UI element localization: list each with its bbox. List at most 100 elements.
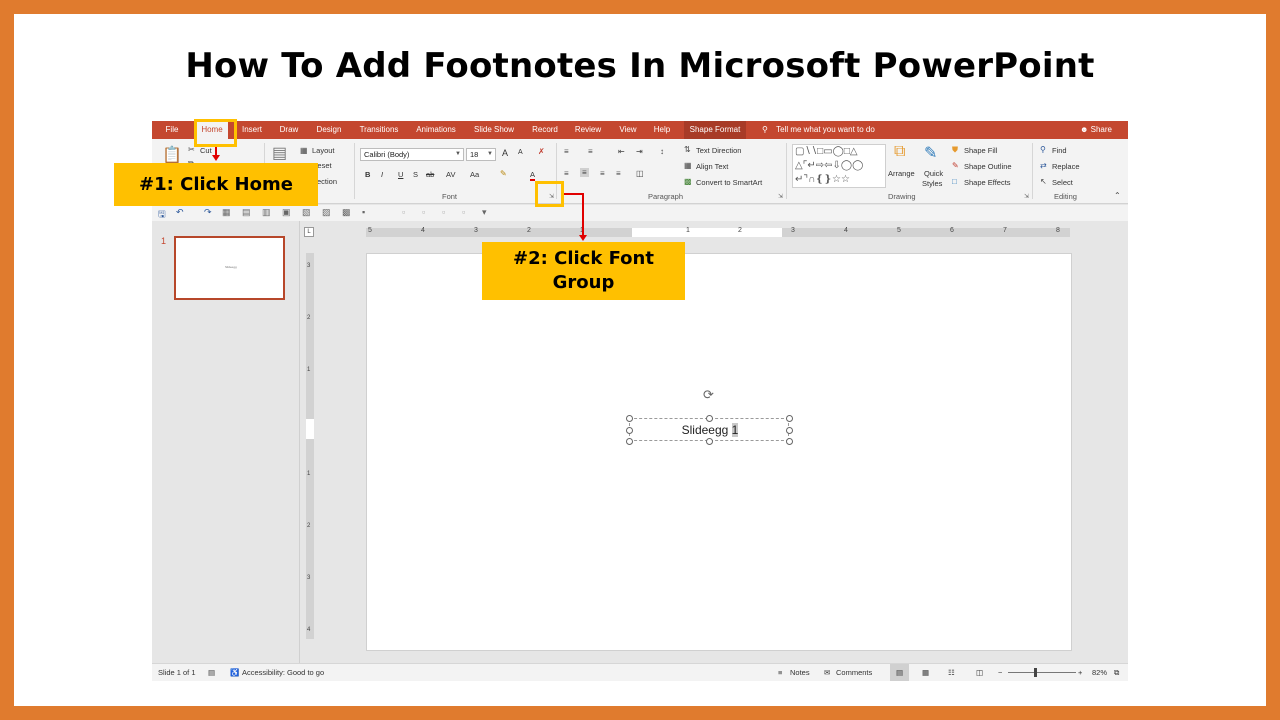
toolbar-icon[interactable]: ▫ — [402, 207, 405, 217]
grow-font-button[interactable]: A — [502, 148, 508, 158]
slide-thumbnail[interactable]: Slideegg — [174, 236, 285, 300]
accessibility-status[interactable]: Accessibility: Good to go — [242, 664, 324, 681]
character-spacing-button[interactable]: AV — [446, 170, 455, 179]
text-direction-button[interactable]: Text Direction — [696, 146, 741, 155]
paste-icon[interactable]: 📋 — [162, 145, 182, 165]
cut-button[interactable]: Cut — [200, 146, 212, 155]
toolbar-icon[interactable]: ▫ — [442, 207, 445, 217]
arrange-button[interactable]: Arrange — [888, 169, 915, 178]
start-slideshow-icon[interactable]: ▦ — [222, 207, 231, 218]
tab-insert[interactable]: Insert — [238, 121, 266, 139]
notes-pane-icon[interactable]: ▤ — [208, 664, 215, 681]
tab-slide-show[interactable]: Slide Show — [470, 121, 518, 139]
toolbar-icon[interactable]: ▧ — [302, 207, 311, 218]
drawing-dialog-launcher-icon[interactable]: ⇲ — [1024, 193, 1029, 200]
zoom-out-icon[interactable]: − — [998, 664, 1002, 681]
slide-sorter-icon[interactable]: ▦ — [922, 664, 929, 681]
shape-effects-button[interactable]: Shape Effects — [964, 178, 1011, 187]
toolbar-icon[interactable]: ▪ — [362, 207, 365, 217]
numbering-icon[interactable]: ≡ — [588, 147, 593, 156]
toolbar-icon[interactable]: ▫ — [422, 207, 425, 217]
resize-handle[interactable] — [626, 438, 633, 445]
resize-handle[interactable] — [706, 415, 713, 422]
tab-selector[interactable]: L — [304, 227, 314, 237]
align-center-icon[interactable]: ≡ — [580, 168, 589, 177]
quick-styles-icon[interactable]: ✎ — [924, 143, 937, 163]
slide-canvas[interactable]: ⟳ Slideegg 1 — [366, 253, 1072, 651]
tab-view[interactable]: View — [614, 121, 642, 139]
tab-draw[interactable]: Draw — [274, 121, 304, 139]
shadow-button[interactable]: S — [413, 170, 418, 179]
paragraph-dialog-launcher-icon[interactable]: ⇲ — [778, 193, 783, 200]
quick-styles-button[interactable]: Styles — [922, 179, 942, 188]
tab-transitions[interactable]: Transitions — [356, 121, 402, 139]
font-name-select[interactable]: Calibri (Body) ▼ — [360, 148, 464, 161]
italic-button[interactable]: I — [381, 170, 383, 179]
slideshow-view-icon[interactable]: ◫ — [976, 664, 983, 681]
tab-design[interactable]: Design — [310, 121, 348, 139]
tab-animations[interactable]: Animations — [412, 121, 460, 139]
rotate-handle-icon[interactable]: ⟳ — [703, 387, 714, 403]
replace-button[interactable]: Replace — [1052, 162, 1080, 171]
selected-textbox[interactable]: Slideegg 1 — [626, 415, 793, 445]
toolbar-icon[interactable]: ▫ — [462, 207, 465, 217]
convert-smartart-button[interactable]: Convert to SmartArt — [696, 178, 762, 187]
share-button[interactable]: ☻ Share — [1080, 121, 1112, 139]
arrange-icon[interactable]: ⧉ — [894, 143, 905, 161]
notes-button[interactable]: Notes — [790, 664, 810, 681]
shrink-font-button[interactable]: A — [518, 149, 523, 156]
line-spacing-icon[interactable]: ↕ — [660, 147, 664, 156]
selected-footnote-number[interactable]: 1 — [731, 423, 739, 437]
find-button[interactable]: Find — [1052, 146, 1067, 155]
tab-shape-format[interactable]: Shape Format — [684, 121, 746, 139]
bullets-icon[interactable]: ≡ — [564, 147, 569, 156]
toolbar-icon[interactable]: ▨ — [322, 207, 331, 218]
collapse-ribbon-icon[interactable]: ⌃ — [1114, 191, 1121, 200]
tab-file[interactable]: File — [158, 121, 186, 139]
resize-handle[interactable] — [706, 438, 713, 445]
new-slide-icon[interactable]: ▤ — [272, 143, 287, 163]
resize-handle[interactable] — [786, 415, 793, 422]
tell-me-box[interactable]: ⚲ Tell me what you want to do — [762, 121, 875, 139]
toolbar-icon[interactable]: ▤ — [242, 207, 251, 218]
resize-handle[interactable] — [626, 415, 633, 422]
align-text-button[interactable]: Align Text — [696, 162, 728, 171]
normal-view-icon[interactable]: ▤ — [890, 664, 910, 681]
justify-icon[interactable]: ≡ — [616, 169, 621, 178]
underline-button[interactable]: U — [398, 170, 403, 179]
highlight-icon[interactable]: ✎ — [500, 169, 507, 178]
align-right-icon[interactable]: ≡ — [600, 169, 605, 178]
resize-handle[interactable] — [786, 438, 793, 445]
change-case-button[interactable]: Aa — [470, 170, 479, 179]
strikethrough-button[interactable]: ab — [426, 170, 434, 179]
layout-button[interactable]: Layout — [312, 146, 335, 155]
zoom-slider-thumb[interactable] — [1034, 668, 1037, 677]
zoom-slider[interactable] — [1008, 664, 1076, 681]
toolbar-icon[interactable]: ▥ — [262, 207, 271, 218]
font-color-button[interactable]: A — [530, 170, 536, 181]
shapes-gallery[interactable]: ▢∖∖□▭◯□△ △⌜↵⇨⇦⇩◯◯ ↵⌝∩❴❵☆☆ — [792, 144, 886, 188]
shape-fill-button[interactable]: Shape Fill — [964, 146, 997, 155]
customize-toolbar-icon[interactable]: ▾ — [482, 207, 487, 218]
comments-button[interactable]: Comments — [836, 664, 872, 681]
undo-icon[interactable]: ↶ — [176, 207, 184, 218]
redo-icon[interactable]: ↷ — [204, 207, 212, 218]
select-button[interactable]: Select — [1052, 178, 1073, 187]
resize-handle[interactable] — [786, 427, 793, 434]
columns-icon[interactable]: ◫ — [636, 169, 644, 178]
bold-button[interactable]: B — [365, 170, 370, 179]
font-size-select[interactable]: 18 ▼ — [466, 148, 496, 161]
tab-review[interactable]: Review — [570, 121, 606, 139]
decrease-indent-icon[interactable]: ⇤ — [618, 147, 625, 156]
zoom-in-icon[interactable]: + — [1078, 664, 1082, 681]
increase-indent-icon[interactable]: ⇥ — [636, 147, 643, 156]
shape-outline-button[interactable]: Shape Outline — [964, 162, 1012, 171]
resize-handle[interactable] — [626, 427, 633, 434]
fit-to-window-icon[interactable]: ⧉ — [1114, 664, 1119, 681]
tab-help[interactable]: Help — [648, 121, 676, 139]
toolbar-icon[interactable]: ▣ — [282, 207, 291, 218]
textbox-content[interactable]: Slideegg 1 — [630, 423, 790, 437]
reading-view-icon[interactable]: ☷ — [948, 664, 955, 681]
zoom-level[interactable]: 82% — [1092, 664, 1107, 681]
tab-record[interactable]: Record — [528, 121, 562, 139]
